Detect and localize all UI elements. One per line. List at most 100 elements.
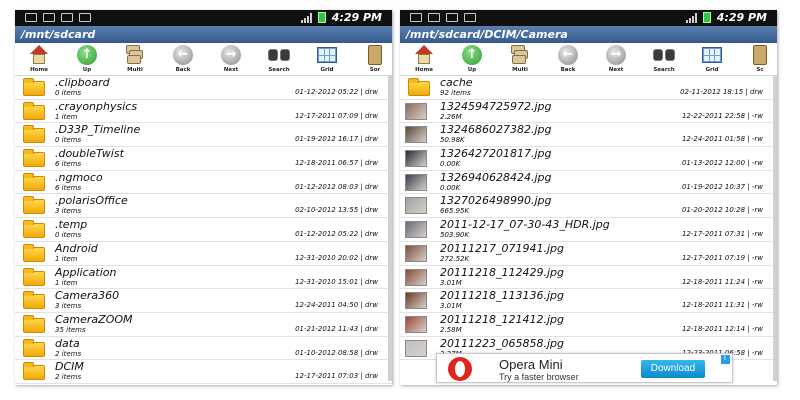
folder-icon xyxy=(23,338,45,357)
list-item[interactable]: .clipboard 0 items 01-12-2012 05:22 | drw xyxy=(15,76,392,100)
item-name: 20111218_112429.jpg xyxy=(440,265,564,279)
toolbar-button-grid[interactable]: Grid xyxy=(303,43,351,73)
toolbar-label: Home xyxy=(30,67,48,73)
toolbar-label: Multi xyxy=(512,67,528,73)
notification-mail-icon xyxy=(61,13,73,22)
toolbar-label: Grid xyxy=(320,67,334,73)
notification-mail-icon xyxy=(464,13,476,22)
list-item[interactable]: Camera360 3 items 12-24-2011 04:50 | drw xyxy=(15,289,392,313)
file-list: cache 92 items 02-11-2012 18:15 | drw 13245… xyxy=(400,76,777,361)
list-item[interactable]: .polarisOffice 3 items 02-10-2012 13:55 | … xyxy=(15,194,392,219)
toolbar-button-next[interactable]: → Next xyxy=(207,43,255,73)
item-name: .temp xyxy=(55,218,88,232)
item-meta: 665.95K xyxy=(440,207,470,216)
item-meta: 92 items xyxy=(440,89,471,97)
list-item[interactable]: .D33P_Timeline 0 items 01-19-2012 16:17 | … xyxy=(15,123,392,148)
scrollbar[interactable] xyxy=(388,76,392,381)
folder-icon xyxy=(23,78,45,96)
item-name: data xyxy=(55,336,80,350)
item-meta: 272.52K xyxy=(440,254,470,263)
toolbar-button-up[interactable]: ↑ Up xyxy=(63,43,111,73)
item-name: .clipboard xyxy=(55,76,110,89)
item-date: 01-12-2012 05:22 | drw xyxy=(295,230,378,239)
folder-icon xyxy=(23,243,45,262)
list-item[interactable]: DCIM 2 items 12-17-2011 07:03 | drw xyxy=(15,360,392,384)
ad-subtitle: Try a faster browser xyxy=(499,372,579,382)
toolbar-button-next[interactable]: → Next xyxy=(592,43,640,73)
ad-banner[interactable]: Opera Mini Try a faster browser Download xyxy=(436,353,733,383)
file-manager-camera: 4:29 PM /mnt/sdcard/DCIM/Camera Home ↑ Up M… xyxy=(400,10,777,385)
item-date: 12-17-2011 07:19 | -rw xyxy=(681,253,763,262)
ad-title: Opera Mini xyxy=(499,357,563,372)
list-item[interactable]: 1326940628424.jpg 0.00K 01-19-2012 10:37 |… xyxy=(400,171,777,195)
list-item[interactable]: 20111218_112429.jpg 3.01M 12-18-2011 11:24… xyxy=(400,266,777,290)
toolbar-button-home[interactable]: Home xyxy=(400,43,448,73)
notification-image-icon xyxy=(25,13,37,22)
toolbar: Home ↑ Up Multi ← Back → Next Search Grid Sor xyxy=(15,43,392,76)
list-item[interactable]: .crayonphysics 1 item 12-17-2011 07:09 | d… xyxy=(15,100,392,124)
list-item[interactable]: 1324686027382.jpg 50.98K 12-24-2011 01:58 … xyxy=(400,123,777,148)
list-item[interactable]: 1326427201817.jpg 0.00K 01-13-2012 12:00 |… xyxy=(400,147,777,171)
list-item[interactable]: data 2 items 01-10-2012 08:58 | drw xyxy=(15,337,392,361)
toolbar-button-sc[interactable]: Sc xyxy=(736,43,777,73)
list-item[interactable]: 20111218_121412.jpg 2.58M 12-18-2011 12:14… xyxy=(400,313,777,337)
list-item[interactable]: 2011-12-17_07-30-43_HDR.jpg 503.90K 12-17-… xyxy=(400,218,777,242)
item-meta: 2.26M xyxy=(440,112,462,121)
signal-icon xyxy=(300,12,312,23)
item-name: Android xyxy=(55,241,98,255)
item-name: DCIM xyxy=(55,360,84,374)
list-item[interactable]: .temp 0 items 01-12-2012 05:22 | drw xyxy=(15,218,392,242)
item-meta: 1 item xyxy=(55,278,78,287)
toolbar-label: Sc xyxy=(756,67,764,73)
list-item[interactable]: Application 1 item 12-31-2010 15:01 | drw xyxy=(15,266,392,290)
item-date: 12-31-2010 20:02 | drw xyxy=(295,253,378,262)
toolbar-button-sor[interactable]: Sor xyxy=(351,43,392,73)
toolbar-button-search[interactable]: Search xyxy=(255,43,303,73)
item-meta: 50.98K xyxy=(440,136,465,145)
item-date: 01-19-2012 16:17 | drw xyxy=(295,135,378,144)
toolbar-button-up[interactable]: ↑ Up xyxy=(448,43,496,73)
item-date: 12-17-2011 07:09 | drw xyxy=(295,111,378,120)
item-date: 12-22-2011 22:58 | -rw xyxy=(681,111,763,120)
ad-info-icon[interactable] xyxy=(721,353,730,364)
toolbar-label: Multi xyxy=(127,67,143,73)
item-name: CameraZOOM xyxy=(55,312,133,326)
image-thumbnail xyxy=(405,102,427,120)
list-item[interactable]: 20111217_071941.jpg 272.52K 12-17-2011 07:… xyxy=(400,242,777,266)
toolbar-button-back[interactable]: ← Back xyxy=(159,43,207,73)
toolbar-button-multi[interactable]: Multi xyxy=(111,43,159,73)
toolbar-label: Next xyxy=(223,67,239,73)
toolbar-button-multi[interactable]: Multi xyxy=(496,43,544,73)
list-item[interactable]: 20111218_113136.jpg 3.01M 12-18-2011 11:31… xyxy=(400,289,777,313)
sort-icon xyxy=(749,44,771,66)
image-thumbnail xyxy=(405,197,427,215)
list-item[interactable]: cache 92 items 02-11-2012 18:15 | drw xyxy=(400,76,777,100)
list-item[interactable]: Android 1 item 12-31-2010 20:02 | drw xyxy=(15,242,392,266)
item-date: 12-24-2011 04:50 | drw xyxy=(295,301,378,310)
scrollbar[interactable] xyxy=(773,76,777,381)
next-arrow-icon: → xyxy=(605,44,627,66)
item-meta: 2 items xyxy=(55,349,82,358)
list-item[interactable]: 1327026498990.jpg 665.95K 01-20-2012 10:28… xyxy=(400,194,777,219)
item-date: 12-31-2010 15:01 | drw xyxy=(295,277,378,286)
item-name: 1324686027382.jpg xyxy=(440,123,552,137)
item-date: 01-20-2012 10:28 | -rw xyxy=(681,206,763,215)
item-name: .D33P_Timeline xyxy=(55,123,141,137)
item-name: 1326427201817.jpg xyxy=(440,147,552,161)
item-meta: 1 item xyxy=(55,254,78,263)
file-manager-sdcard: 4:29 PM /mnt/sdcard Home ↑ Up Multi ← Back → Ne… xyxy=(15,10,392,385)
toolbar-button-home[interactable]: Home xyxy=(15,43,63,73)
list-item[interactable]: .doubleTwist 6 items 12-18-2011 06:57 | dr… xyxy=(15,147,392,171)
image-thumbnail xyxy=(405,339,427,357)
next-arrow-icon: → xyxy=(220,44,242,66)
grid-icon xyxy=(701,44,723,66)
home-icon xyxy=(413,44,435,66)
list-item[interactable]: .ngmoco 6 items 01-12-2012 08:03 | drw xyxy=(15,171,392,195)
list-item[interactable]: 1324594725972.jpg 2.26M 12-22-2011 22:58 |… xyxy=(400,100,777,124)
download-button[interactable]: Download xyxy=(641,360,705,378)
toolbar-button-grid[interactable]: Grid xyxy=(688,43,736,73)
item-meta: 0 items xyxy=(55,231,82,240)
list-item[interactable]: CameraZOOM 35 items 01-21-2012 11:43 | drw xyxy=(15,313,392,337)
toolbar-button-back[interactable]: ← Back xyxy=(544,43,592,73)
toolbar-button-search[interactable]: Search xyxy=(640,43,688,73)
